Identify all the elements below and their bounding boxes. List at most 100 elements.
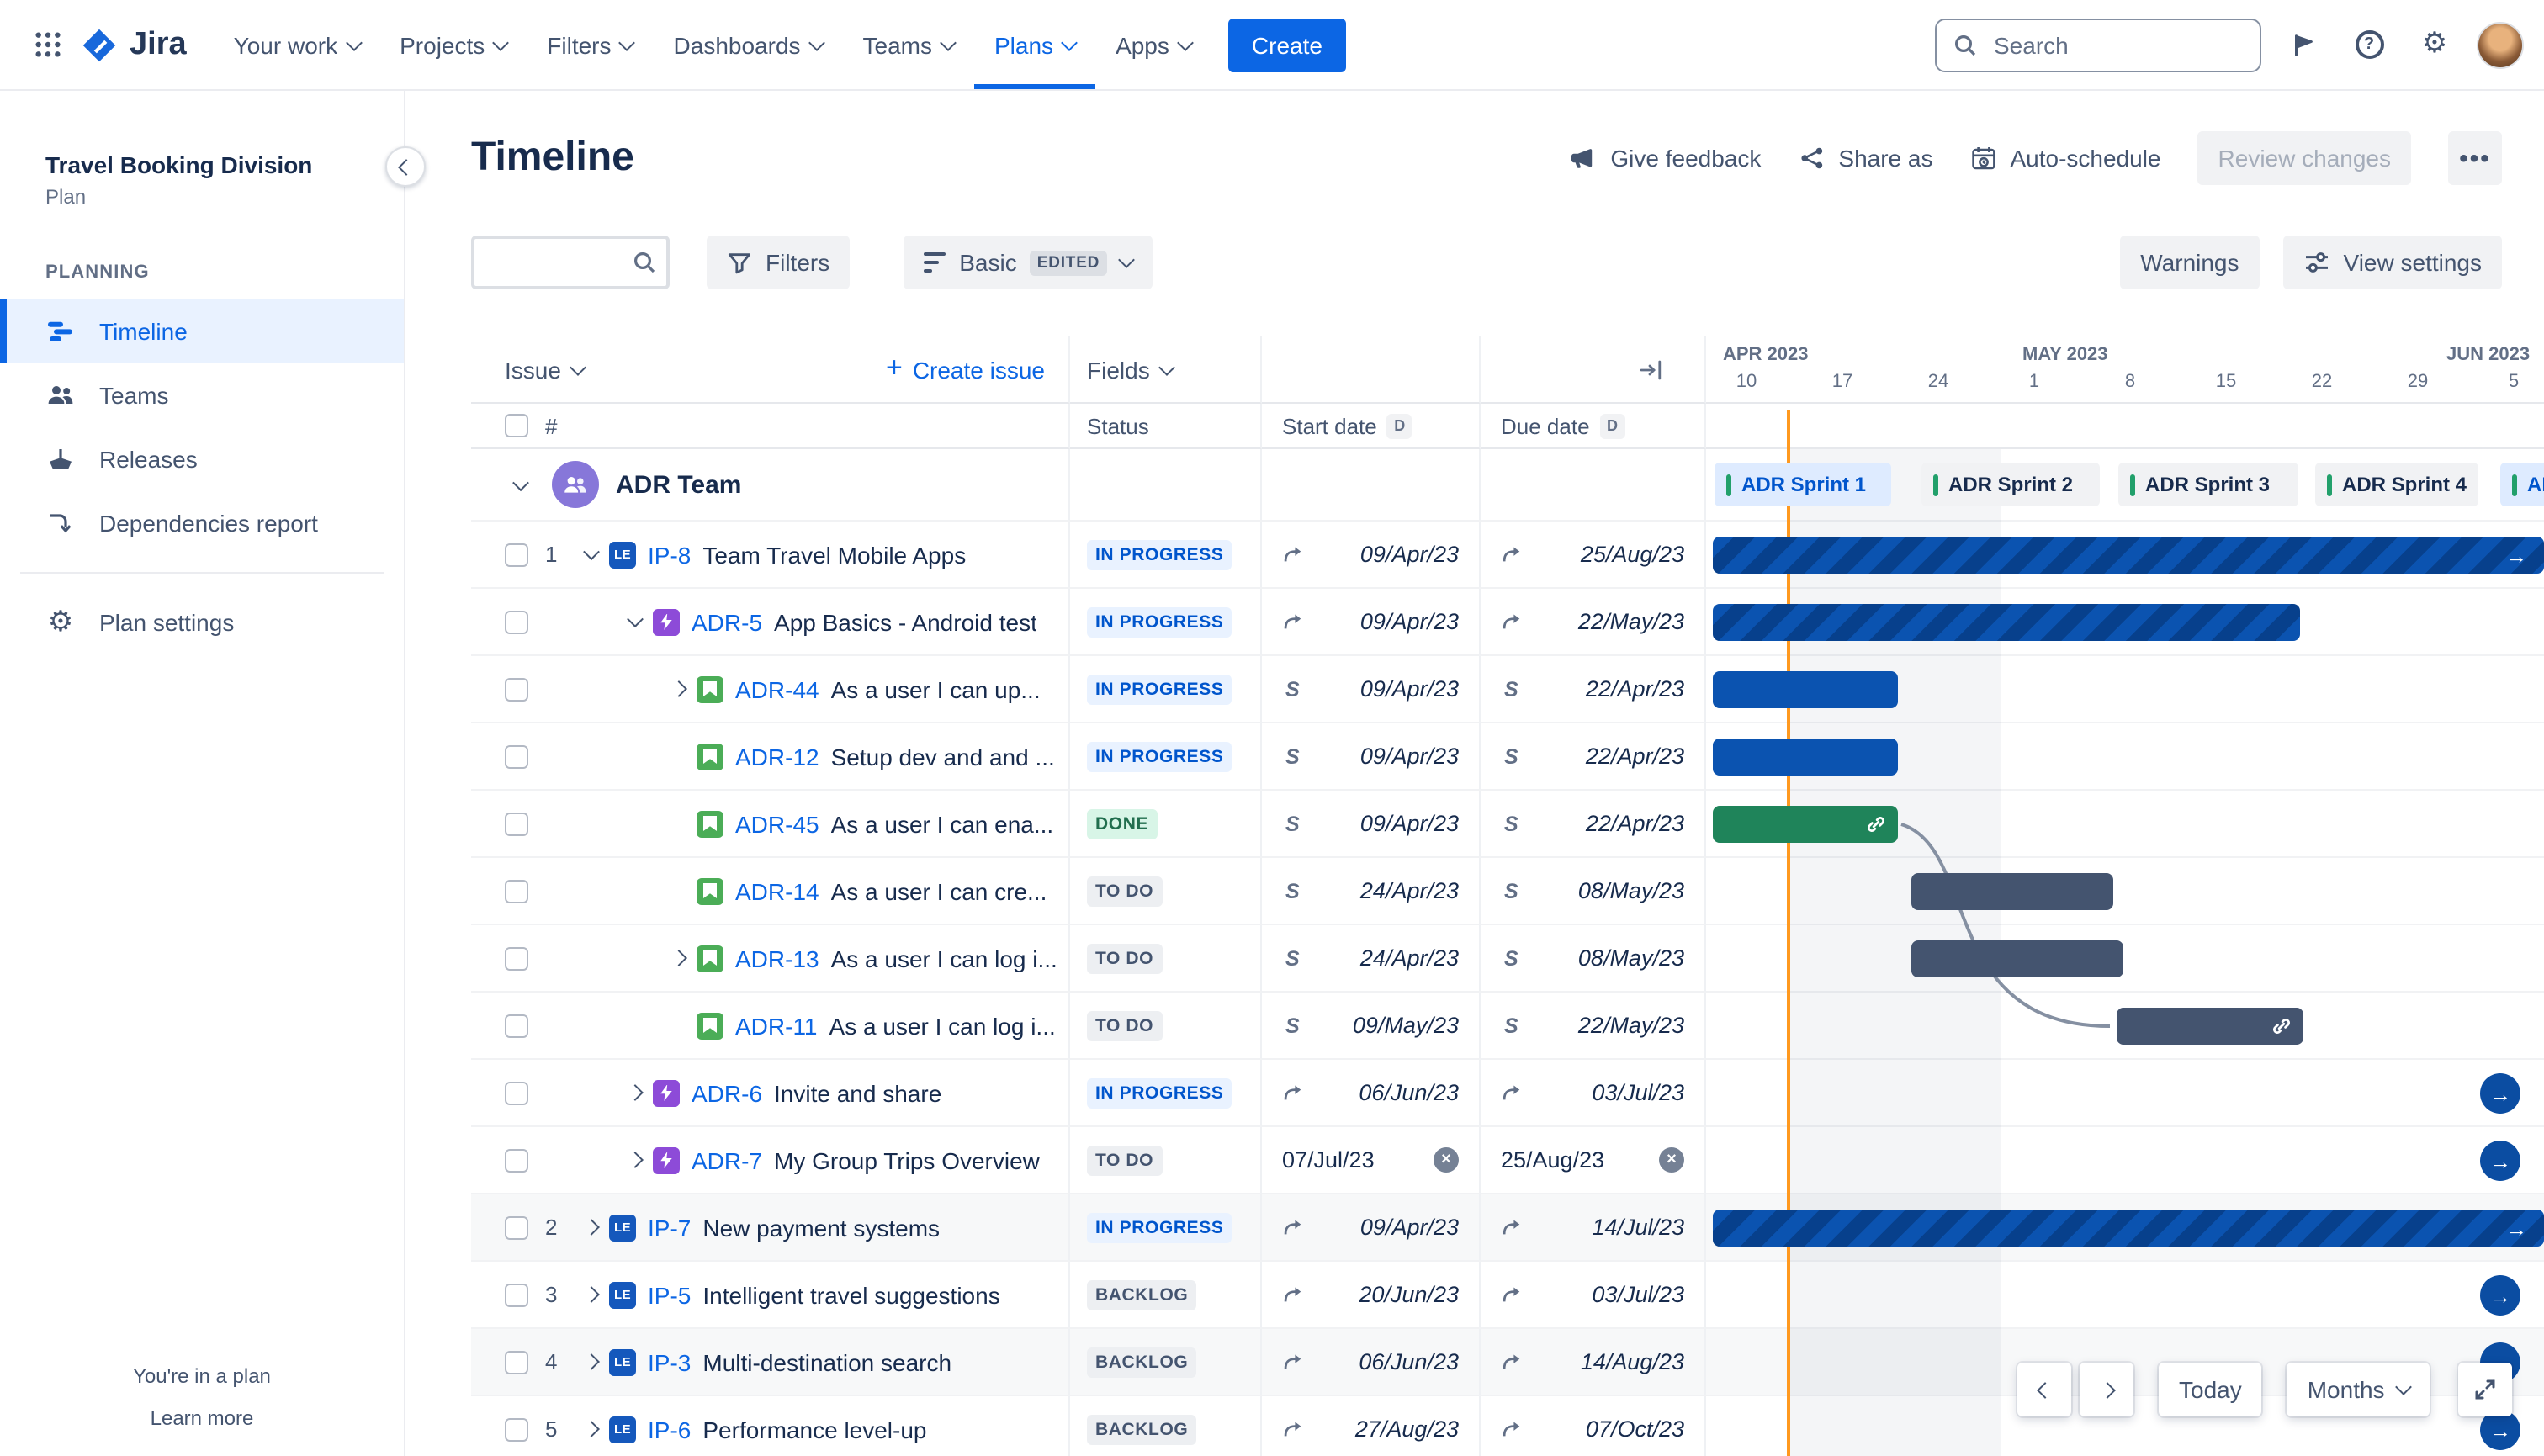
due-date-cell[interactable]: 25/Aug/23 × (1481, 1127, 1706, 1194)
expand-toggle[interactable] (575, 1214, 606, 1241)
row-checkbox[interactable] (505, 1215, 528, 1239)
nav-item-projects[interactable]: Projects (379, 0, 527, 89)
expand-toggle[interactable] (575, 1281, 606, 1308)
nav-item-dashboards[interactable]: Dashboards (654, 0, 843, 89)
issue-summary[interactable]: My Group Trips Overview (774, 1146, 1040, 1173)
due-date-cell[interactable]: S 08/May/23 (1481, 925, 1706, 993)
due-date-cell[interactable]: 25/Aug/23 (1481, 522, 1706, 589)
scroll-left-button[interactable] (2017, 1363, 2071, 1416)
gantt-bar[interactable] (1713, 739, 1898, 776)
issue-key-link[interactable]: IP-8 (648, 541, 691, 568)
give-feedback-button[interactable]: Give feedback (1570, 145, 1761, 172)
nav-item-filters[interactable]: Filters (527, 0, 653, 89)
issue-key-link[interactable]: ADR-6 (692, 1079, 762, 1106)
view-settings-button[interactable]: View settings (2282, 236, 2502, 289)
issue-summary[interactable]: As a user I can ena... (831, 810, 1054, 837)
issue-key-link[interactable]: IP-7 (648, 1214, 691, 1241)
row-checkbox[interactable] (505, 1081, 528, 1104)
issue-summary[interactable]: As a user I can log i... (831, 945, 1057, 972)
issue-summary[interactable]: Setup dev and and ... (831, 743, 1055, 770)
issue-summary[interactable]: As a user I can log i... (829, 1012, 1056, 1039)
due-date-cell[interactable]: 03/Jul/23 (1481, 1060, 1706, 1127)
due-date-cell[interactable]: 07/Oct/23 (1481, 1396, 1706, 1456)
issue-summary[interactable]: New payment systems (702, 1214, 940, 1241)
issue-summary[interactable]: Performance level-up (702, 1416, 926, 1443)
table-row[interactable]: ADR-12 Setup dev and and ... IN PROGRESS… (471, 723, 2544, 791)
clear-date-button[interactable]: × (1659, 1147, 1684, 1173)
start-date-cell[interactable]: 27/Aug/23 (1262, 1396, 1481, 1456)
expand-toggle[interactable] (663, 1012, 693, 1039)
issue-summary[interactable]: App Basics - Android test (774, 608, 1037, 635)
gantt-bar[interactable]: → (1713, 1210, 2544, 1247)
issue-key-link[interactable]: ADR-45 (735, 810, 819, 837)
due-date-cell[interactable]: 03/Jul/23 (1481, 1262, 1706, 1329)
gantt-bar[interactable] (2117, 1008, 2303, 1045)
gantt-bar[interactable] (1713, 604, 2300, 641)
start-date-cell[interactable]: 06/Jun/23 (1262, 1329, 1481, 1396)
due-date-cell[interactable]: S 22/May/23 (1481, 993, 1706, 1060)
due-date-cell[interactable]: 14/Aug/23 (1481, 1329, 1706, 1396)
user-avatar[interactable] (2477, 21, 2524, 68)
sidebar-item-releases[interactable]: Releases (0, 427, 404, 491)
share-as-button[interactable]: Share as (1798, 145, 1933, 172)
table-row[interactable]: ADR-44 As a user I can up... IN PROGRESS… (471, 656, 2544, 723)
issue-summary[interactable]: Team Travel Mobile Apps (702, 541, 966, 568)
table-row[interactable]: ADR-13 As a user I can log i... TO DO S … (471, 925, 2544, 993)
fields-dropdown[interactable]: Fields (1087, 356, 1176, 383)
status-badge[interactable]: BACKLOG (1087, 1279, 1197, 1310)
create-button[interactable]: Create (1227, 18, 1346, 71)
app-switcher-icon[interactable] (24, 21, 71, 68)
sprint-chip[interactable]: ADR Sprint 2 (1921, 463, 2100, 506)
expand-toggle[interactable] (575, 541, 606, 568)
expand-toggle[interactable] (663, 877, 693, 904)
nav-item-apps[interactable]: Apps (1095, 0, 1211, 89)
gantt-bar[interactable] (1911, 940, 2123, 977)
expand-toggle[interactable] (619, 608, 649, 635)
sidebar-item-dependencies-report[interactable]: Dependencies report (0, 491, 404, 555)
sidebar-item-timeline[interactable]: Timeline (0, 299, 404, 363)
table-row[interactable]: ADR-45 As a user I can ena... DONE S 09/… (471, 791, 2544, 858)
gantt-bar[interactable]: → (1713, 537, 2544, 574)
offscreen-bar-indicator[interactable]: → (2480, 1275, 2520, 1316)
due-date-cell[interactable]: S 22/Apr/23 (1481, 656, 1706, 723)
issue-column-dropdown[interactable]: Issue (505, 356, 561, 383)
start-date-cell[interactable]: 07/Jul/23 × (1262, 1127, 1481, 1194)
expand-toggle[interactable] (575, 1348, 606, 1375)
more-actions-button[interactable]: ••• (2448, 131, 2502, 185)
expand-toggle[interactable] (619, 1079, 649, 1106)
expand-toggle[interactable] (663, 810, 693, 837)
expand-toggle[interactable] (663, 945, 693, 972)
row-checkbox[interactable] (505, 879, 528, 903)
start-date-cell[interactable]: S 09/May/23 (1262, 993, 1481, 1060)
offscreen-bar-indicator[interactable]: → (2480, 1141, 2520, 1181)
zoom-level-dropdown[interactable]: Months (2287, 1363, 2430, 1416)
row-checkbox[interactable] (505, 812, 528, 835)
table-row[interactable]: 3 LE IP-5 Intelligent travel suggestions… (471, 1262, 2544, 1329)
status-badge[interactable]: IN PROGRESS (1087, 1077, 1232, 1108)
start-date-cell[interactable]: 06/Jun/23 (1262, 1060, 1481, 1127)
issue-summary[interactable]: As a user I can up... (831, 675, 1041, 702)
status-badge[interactable]: BACKLOG (1087, 1414, 1197, 1444)
warnings-button[interactable]: Warnings (2120, 236, 2260, 289)
issue-summary[interactable]: Intelligent travel suggestions (702, 1281, 999, 1308)
jira-logo[interactable]: Jira (81, 26, 187, 63)
table-row[interactable]: ADR-14 As a user I can cre... TO DO S 24… (471, 858, 2544, 925)
start-date-cell[interactable]: S 24/Apr/23 (1262, 925, 1481, 993)
clear-date-button[interactable]: × (1434, 1147, 1459, 1173)
start-date-cell[interactable]: 09/Apr/23 (1262, 589, 1481, 656)
issue-key-link[interactable]: IP-6 (648, 1416, 691, 1443)
issue-key-link[interactable]: IP-3 (648, 1348, 691, 1375)
status-badge[interactable]: IN PROGRESS (1087, 606, 1232, 637)
filters-button[interactable]: Filters (707, 236, 851, 289)
issue-summary[interactable]: Multi-destination search (702, 1348, 951, 1375)
gantt-bar[interactable] (1911, 873, 2113, 910)
issue-key-link[interactable]: ADR-14 (735, 877, 819, 904)
issue-summary[interactable]: Invite and share (774, 1079, 941, 1106)
due-date-cell[interactable]: 14/Jul/23 (1481, 1194, 1706, 1262)
review-changes-button[interactable]: Review changes (2197, 131, 2411, 185)
nav-item-your-work[interactable]: Your work (214, 0, 380, 89)
sidebar-item-teams[interactable]: Teams (0, 363, 404, 427)
issue-key-link[interactable]: ADR-7 (692, 1146, 762, 1173)
settings-gear-icon[interactable]: ⚙ (2411, 21, 2458, 68)
view-mode-dropdown[interactable]: Basic EDITED (904, 236, 1153, 289)
